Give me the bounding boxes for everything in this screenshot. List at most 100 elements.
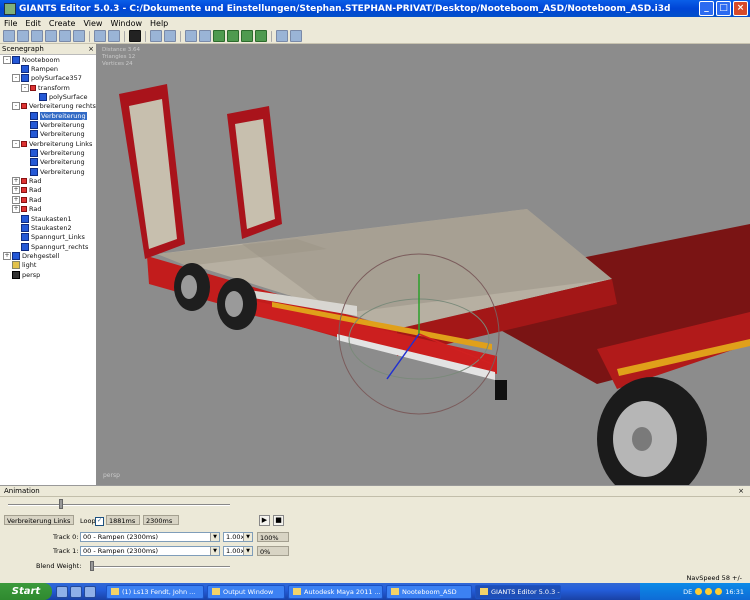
collapse-icon[interactable]: - bbox=[21, 83, 29, 92]
scenegraph-node[interactable]: + Rad bbox=[0, 195, 96, 204]
scenegraph-node[interactable]: Verbreiterung bbox=[0, 111, 96, 120]
play-button[interactable]: ▶ bbox=[259, 515, 270, 526]
track1-speed-select[interactable]: 1.00x ▼ bbox=[223, 546, 253, 556]
menu-window[interactable]: Window bbox=[106, 19, 146, 28]
scenegraph-node-label: Drehgestell bbox=[22, 251, 60, 260]
scenegraph-node[interactable]: Staukasten1 bbox=[0, 214, 96, 223]
browser-icon[interactable] bbox=[70, 585, 82, 598]
tray-icon[interactable] bbox=[715, 588, 723, 595]
undo-icon[interactable] bbox=[94, 30, 106, 42]
scenegraph-node[interactable]: + Rad bbox=[0, 176, 96, 186]
terrain-sculpt-icon[interactable] bbox=[255, 30, 267, 42]
redo-icon[interactable] bbox=[108, 30, 120, 42]
settings-icon[interactable] bbox=[290, 30, 302, 42]
foliage-icon[interactable] bbox=[241, 30, 253, 42]
expand-icon[interactable]: + bbox=[3, 251, 11, 260]
move-icon[interactable] bbox=[164, 30, 176, 42]
save-icon[interactable] bbox=[45, 30, 57, 42]
collapse-icon[interactable]: - bbox=[3, 55, 11, 64]
shape-icon bbox=[30, 149, 38, 158]
close-icon[interactable]: × bbox=[738, 487, 744, 495]
menu-help[interactable]: Help bbox=[146, 19, 172, 28]
taskbar-item-output[interactable]: Output Window bbox=[207, 584, 285, 599]
time-field[interactable]: 2300ms bbox=[143, 515, 179, 525]
start-button[interactable]: Start bbox=[0, 583, 52, 600]
scenegraph-node[interactable]: Verbreiterung bbox=[0, 120, 96, 130]
track1-label: Track 1: bbox=[53, 547, 79, 555]
scenegraph-node[interactable]: - transform bbox=[0, 83, 96, 92]
scenegraph-node[interactable]: Spanngurt_rechts bbox=[0, 242, 96, 251]
expand-icon[interactable]: + bbox=[12, 186, 20, 195]
scenegraph-node[interactable]: light bbox=[0, 261, 96, 270]
scenegraph-node[interactable]: + Rad bbox=[0, 205, 96, 214]
duration-field[interactable]: 1881ms bbox=[106, 515, 140, 525]
track1-weight-field[interactable]: 0% bbox=[257, 546, 289, 556]
collapse-icon[interactable]: - bbox=[12, 74, 20, 83]
scenegraph-node[interactable]: Spanngurt_Links bbox=[0, 233, 96, 242]
shape-icon bbox=[30, 121, 38, 130]
expand-icon[interactable]: + bbox=[12, 205, 20, 214]
tray-icon[interactable] bbox=[705, 588, 713, 595]
taskbar-item-firefox[interactable]: (1) Ls13 Fendt, John ... bbox=[106, 584, 204, 599]
scenegraph-node[interactable]: Verbreiterung bbox=[0, 130, 96, 139]
scenegraph-node[interactable]: polySurface bbox=[0, 92, 96, 102]
import-icon[interactable] bbox=[31, 30, 43, 42]
menu-create[interactable]: Create bbox=[45, 19, 80, 28]
scenegraph-node[interactable]: Verbreiterung bbox=[0, 148, 96, 158]
track0-select[interactable]: 00 - Rampen (2300ms) ▼ bbox=[80, 532, 220, 542]
scenegraph-node[interactable]: - Verbreiterung Links bbox=[0, 139, 96, 148]
gear-icon[interactable] bbox=[276, 30, 288, 42]
expand-icon[interactable]: + bbox=[12, 177, 20, 186]
new-file-icon[interactable] bbox=[3, 30, 15, 42]
home-icon[interactable] bbox=[185, 30, 197, 42]
minimize-button[interactable]: _ bbox=[699, 1, 714, 16]
shape-icon bbox=[30, 130, 38, 139]
terrain-icon[interactable] bbox=[213, 30, 225, 42]
close-button[interactable]: × bbox=[733, 1, 748, 16]
terrain-paint-icon[interactable] bbox=[227, 30, 239, 42]
clip-name-field[interactable]: Verbreiterung Links bbox=[4, 515, 74, 525]
loop-checkbox[interactable]: ✓ bbox=[95, 517, 104, 526]
blend-weight-slider[interactable] bbox=[90, 566, 230, 568]
expand-icon[interactable]: + bbox=[12, 195, 20, 204]
stop-button[interactable]: ■ bbox=[273, 515, 284, 526]
tray-icon[interactable] bbox=[695, 588, 703, 595]
scenegraph-node[interactable]: Verbreiterung bbox=[0, 167, 96, 176]
close-icon[interactable]: × bbox=[88, 45, 94, 53]
scenegraph-node[interactable]: - polySurface357 bbox=[0, 74, 96, 83]
scenegraph-node[interactable]: - Verbreiterung rechts bbox=[0, 102, 96, 111]
collapse-icon[interactable]: - bbox=[12, 102, 20, 111]
play-icon[interactable] bbox=[129, 30, 141, 42]
folder-icon bbox=[391, 588, 399, 595]
grid-icon[interactable] bbox=[199, 30, 211, 42]
scenegraph-node[interactable]: + Rad bbox=[0, 186, 96, 195]
menu-view[interactable]: View bbox=[79, 19, 106, 28]
collapse-icon[interactable]: - bbox=[12, 139, 20, 148]
taskbar-item-folder[interactable]: Nooteboom_ASD bbox=[386, 584, 472, 599]
track1-select[interactable]: 00 - Rampen (2300ms) ▼ bbox=[80, 546, 220, 556]
desktop-icon[interactable] bbox=[56, 585, 68, 598]
menu-file[interactable]: File bbox=[0, 19, 21, 28]
select-icon[interactable] bbox=[150, 30, 162, 42]
taskbar-item-giants[interactable]: GIANTS Editor 5.0.3 -... bbox=[475, 584, 561, 599]
scenegraph-node[interactable]: Rampen bbox=[0, 64, 96, 74]
3d-viewport[interactable]: Distance 3.64 Triangles 12 Vertices 24 p… bbox=[97, 44, 750, 485]
export-icon[interactable] bbox=[73, 30, 85, 42]
track0-speed-select[interactable]: 1.00x ▼ bbox=[223, 532, 253, 542]
scenegraph-node[interactable]: Staukasten2 bbox=[0, 223, 96, 232]
track0-weight-field[interactable]: 100% bbox=[257, 532, 289, 542]
menu-edit[interactable]: Edit bbox=[21, 19, 45, 28]
scenegraph-node[interactable]: Verbreiterung bbox=[0, 158, 96, 167]
language-indicator[interactable]: DE bbox=[683, 588, 692, 596]
blend-weight-slider-thumb[interactable] bbox=[90, 561, 94, 571]
scenegraph-node[interactable]: persp bbox=[0, 270, 96, 279]
open-file-icon[interactable] bbox=[17, 30, 29, 42]
scenegraph-node[interactable]: + Drehgestell bbox=[0, 251, 96, 260]
save-as-icon[interactable] bbox=[59, 30, 71, 42]
time-slider[interactable] bbox=[8, 504, 230, 506]
maximize-button[interactable]: □ bbox=[716, 1, 731, 16]
media-icon[interactable] bbox=[84, 585, 96, 598]
time-slider-thumb[interactable] bbox=[59, 499, 64, 509]
taskbar-item-maya[interactable]: Autodesk Maya 2011 ... bbox=[288, 584, 383, 599]
scenegraph-node[interactable]: - Nooteboom bbox=[0, 55, 96, 64]
